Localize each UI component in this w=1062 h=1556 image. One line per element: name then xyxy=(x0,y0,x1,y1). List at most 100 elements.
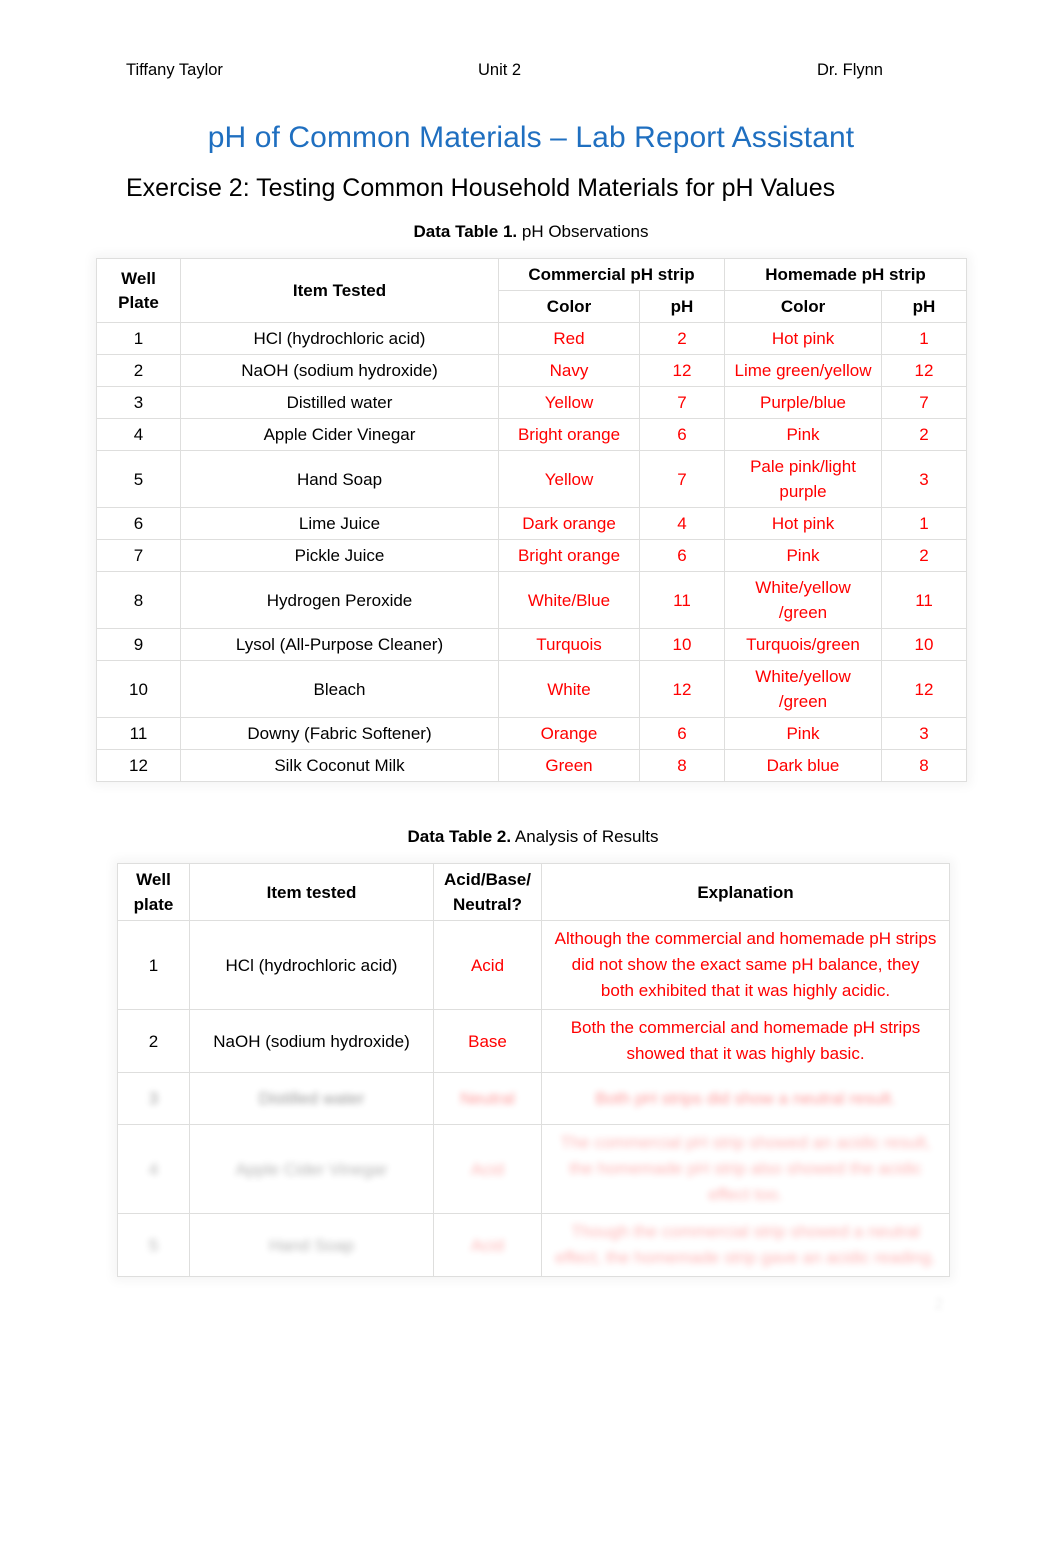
cell-homemade-ph: 1 xyxy=(881,507,968,540)
table-row: 3 Distilled water Neutral Both pH strips di… xyxy=(117,1072,950,1125)
th-commercial-group: Commercial pH strip xyxy=(497,258,726,291)
cell-well-plate: 5 xyxy=(117,1213,190,1277)
cell-explanation: The commercial pH strip showed an acidic… xyxy=(541,1124,950,1214)
cell-commercial-ph: 12 xyxy=(638,354,726,387)
running-header: Tiffany Taylor Unit 2 Dr. Flynn xyxy=(126,58,886,82)
table-row: 5 Hand Soap Yellow 7 Pale pink/light purple 3 xyxy=(96,450,968,508)
cell-well-plate: 2 xyxy=(96,354,181,387)
th-commercial-ph: pH xyxy=(638,290,726,323)
cell-item-tested: Hydrogen Peroxide xyxy=(180,571,499,629)
cell-homemade-color: Pale pink/light purple xyxy=(724,450,883,508)
th-item-tested: Item Tested xyxy=(180,258,499,323)
header-instructor: Dr. Flynn xyxy=(816,61,883,79)
cell-item-tested: Hand Soap xyxy=(180,450,499,508)
cell-item-tested: HCl (hydrochloric acid) xyxy=(189,920,434,1010)
cell-homemade-color: Purple/blue xyxy=(724,386,883,419)
cell-homemade-ph: 8 xyxy=(881,749,968,782)
cell-acid-base: Acid xyxy=(433,1213,542,1277)
cell-homemade-ph: 12 xyxy=(881,660,968,718)
table-row: 4 Apple Cider Vinegar Bright orange 6 Pink 2 xyxy=(96,418,968,451)
data-table-2: Well plate Item tested Acid/Base/ Neutra… xyxy=(117,863,950,1277)
cell-homemade-ph: 2 xyxy=(881,539,968,572)
cell-homemade-color: White/yellow /green xyxy=(724,571,883,629)
cell-commercial-color: Dark orange xyxy=(498,507,640,540)
data-table-2-caption-text: Analysis of Results xyxy=(511,827,659,846)
cell-commercial-ph: 6 xyxy=(638,717,726,750)
table-row: 1 HCl (hydrochloric acid) Red 2 Hot pink 1 xyxy=(96,322,968,355)
cell-commercial-ph: 12 xyxy=(638,660,726,718)
th-homemade-group: Homemade pH strip xyxy=(724,258,968,291)
cell-item-tested: Apple Cider Vinegar xyxy=(180,418,499,451)
table-row: 7 Pickle Juice Bright orange 6 Pink 2 xyxy=(96,539,968,572)
header-student-name: Tiffany Taylor xyxy=(126,61,223,79)
data-table-1-caption-label: Data Table 1. xyxy=(413,222,518,241)
data-table-2-block: Data Table 2. Analysis of Results Well p… xyxy=(117,825,950,1277)
cell-commercial-color: Turquois xyxy=(498,628,640,661)
page-number-mark: 2 xyxy=(934,1296,944,1313)
cell-acid-base: Neutral xyxy=(433,1072,542,1125)
cell-acid-base: Acid xyxy=(433,920,542,1010)
table-row: 2 NaOH (sodium hydroxide) Navy 12 Lime green… xyxy=(96,354,968,387)
data-table-2-body: 1 HCl (hydrochloric acid) Acid Although the… xyxy=(117,920,950,1277)
cell-homemade-color: Hot pink xyxy=(724,322,883,355)
table-row: 3 Distilled water Yellow 7 Purple/blue 7 xyxy=(96,386,968,419)
cell-commercial-color: Red xyxy=(498,322,640,355)
cell-item-tested: Hand Soap xyxy=(189,1213,434,1277)
cell-well-plate: 3 xyxy=(117,1072,190,1125)
page-subtitle: Exercise 2: Testing Common Household Mat… xyxy=(126,174,836,202)
cell-commercial-color: Navy xyxy=(498,354,640,387)
cell-item-tested: Bleach xyxy=(180,660,499,718)
cell-item-tested: HCl (hydrochloric acid) xyxy=(180,322,499,355)
table-row: 9 Lysol (All-Purpose Cleaner) Turquois 10 Tu… xyxy=(96,628,968,661)
cell-explanation: Both the commercial and homemade pH stri… xyxy=(541,1009,950,1073)
data-table-1-body: 1 HCl (hydrochloric acid) Red 2 Hot pink 1 2 Na… xyxy=(96,322,968,782)
cell-commercial-color: Green xyxy=(498,749,640,782)
th-homemade-ph: pH xyxy=(881,290,968,323)
data-table-1-caption-text: pH Observations xyxy=(517,222,649,241)
cell-commercial-color: Orange xyxy=(498,717,640,750)
cell-homemade-color: Turquois/green xyxy=(724,628,883,661)
cell-item-tested: Lysol (All-Purpose Cleaner) xyxy=(180,628,499,661)
cell-commercial-ph: 4 xyxy=(638,507,726,540)
cell-item-tested: Downy (Fabric Softener) xyxy=(180,717,499,750)
table-row: 5 Hand Soap Acid Though the commercial stri… xyxy=(117,1213,950,1277)
cell-commercial-ph: 2 xyxy=(638,322,726,355)
cell-acid-base: Base xyxy=(433,1009,542,1073)
cell-commercial-ph: 11 xyxy=(638,571,726,629)
cell-item-tested: NaOH (sodium hydroxide) xyxy=(189,1009,434,1073)
table2-header-row: Well plate Item tested Acid/Base/ Neutra… xyxy=(117,863,950,921)
cell-well-plate: 2 xyxy=(117,1009,190,1073)
cell-commercial-color: Yellow xyxy=(498,386,640,419)
cell-well-plate: 1 xyxy=(96,322,181,355)
cell-well-plate: 6 xyxy=(96,507,181,540)
cell-homemade-ph: 11 xyxy=(881,571,968,629)
cell-well-plate: 8 xyxy=(96,571,181,629)
cell-well-plate: 3 xyxy=(96,386,181,419)
cell-item-tested: Pickle Juice xyxy=(180,539,499,572)
cell-commercial-color: Bright orange xyxy=(498,418,640,451)
cell-homemade-color: Pink xyxy=(724,717,883,750)
header-unit: Unit 2 xyxy=(478,61,522,79)
table-header-row-group: Well Plate Item Tested Commercial pH str… xyxy=(96,258,968,323)
cell-homemade-color: Lime green/yellow xyxy=(724,354,883,387)
cell-homemade-color: Dark blue xyxy=(724,749,883,782)
data-table-2-caption: Data Table 2. Analysis of Results xyxy=(117,825,949,849)
th2-explanation: Explanation xyxy=(541,863,950,921)
cell-commercial-ph: 6 xyxy=(638,539,726,572)
cell-well-plate: 4 xyxy=(96,418,181,451)
cell-well-plate: 11 xyxy=(96,717,181,750)
th2-acid-base: Acid/Base/ Neutral? xyxy=(433,863,542,921)
cell-well-plate: 9 xyxy=(96,628,181,661)
cell-commercial-ph: 6 xyxy=(638,418,726,451)
cell-well-plate: 7 xyxy=(96,539,181,572)
cell-commercial-color: Yellow xyxy=(498,450,640,508)
table-row: 8 Hydrogen Peroxide White/Blue 11 White/yell… xyxy=(96,571,968,629)
document-page: Tiffany Taylor Unit 2 Dr. Flynn pH of Co… xyxy=(0,0,1062,1556)
cell-well-plate: 5 xyxy=(96,450,181,508)
cell-well-plate: 10 xyxy=(96,660,181,718)
cell-well-plate: 4 xyxy=(117,1124,190,1214)
cell-homemade-color: Pink xyxy=(724,539,883,572)
cell-homemade-ph: 1 xyxy=(881,322,968,355)
table-row: 11 Downy (Fabric Softener) Orange 6 Pink 3 xyxy=(96,717,968,750)
cell-commercial-color: White xyxy=(498,660,640,718)
